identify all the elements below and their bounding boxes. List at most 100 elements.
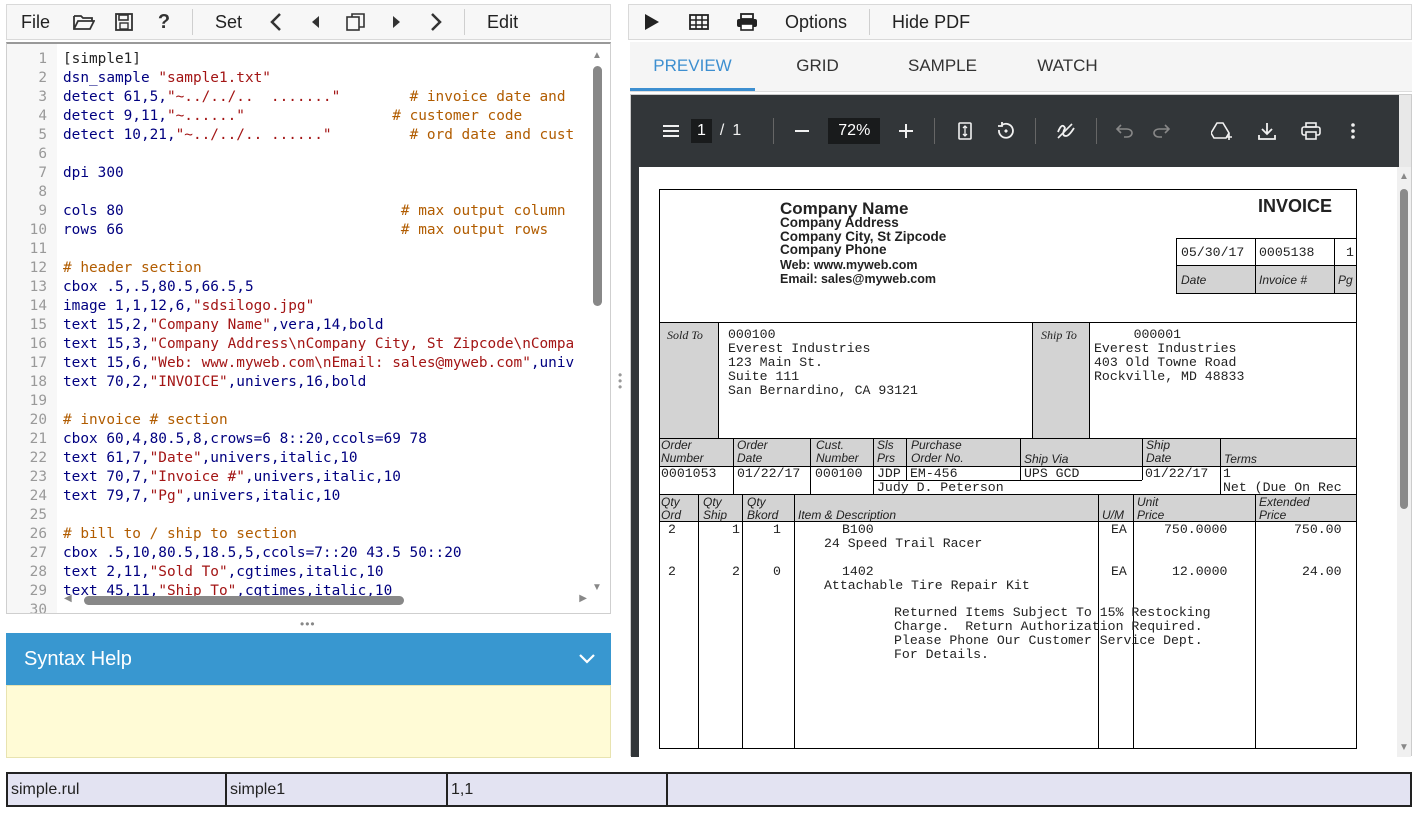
- line-text: text 70,2,"INVOICE",univers,16,bold: [53, 373, 366, 392]
- pdf-scrollbar[interactable]: ▲ ▼: [1397, 167, 1411, 757]
- purchase-order: EM-456: [910, 466, 958, 481]
- ship-via: UPS GCD: [1024, 466, 1080, 481]
- menu-icon[interactable]: [651, 111, 691, 151]
- code-line[interactable]: 24 text 79,7,"Pg",univers,italic,10: [7, 487, 592, 506]
- code-line[interactable]: 2 dsn_sample "sample1.txt": [7, 69, 592, 88]
- page-value: 1: [1346, 245, 1354, 260]
- print-icon[interactable]: [1289, 111, 1333, 151]
- syntax-help-content: [6, 685, 611, 758]
- code-lines[interactable]: 1 [simple1] 2 dsn_sample "sample1.txt" 3 dete…: [7, 50, 592, 613]
- zoom-in-icon[interactable]: [888, 111, 924, 151]
- code-line[interactable]: 15 text 15,2,"Company Name",vera,14,bold: [7, 316, 592, 335]
- chevron-down-icon[interactable]: [579, 647, 595, 670]
- save-icon[interactable]: [104, 4, 144, 40]
- code-line[interactable]: 22 text 61,7,"Date",univers,italic,10: [7, 449, 592, 468]
- code-line[interactable]: 4 detect 9,11,"~......" # customer code: [7, 107, 592, 126]
- code-token: "Pg": [149, 488, 185, 504]
- horizontal-scrollbar[interactable]: ◀ ▶: [62, 593, 587, 607]
- zoom-input[interactable]: 72%: [828, 118, 881, 144]
- page-separator: /: [719, 122, 725, 139]
- page-number-input[interactable]: 1: [691, 119, 712, 143]
- line-number: 22: [29, 450, 47, 466]
- scrollbar-thumb[interactable]: [1400, 189, 1408, 509]
- ship-date-header: Ship Date: [1146, 438, 1172, 465]
- scroll-up-icon[interactable]: ▲: [1399, 171, 1409, 182]
- options-menu[interactable]: Options: [771, 4, 861, 40]
- zoom-out-icon[interactable]: [784, 111, 820, 151]
- rotate-icon[interactable]: [985, 111, 1025, 151]
- print-icon[interactable]: [723, 4, 771, 40]
- code-line[interactable]: 5 detect 10,21,"~../../.. ......" # ord d…: [7, 126, 592, 145]
- scroll-up-icon[interactable]: ▲: [592, 50, 602, 61]
- tab-preview[interactable]: PREVIEW: [630, 42, 755, 91]
- more-options-icon[interactable]: [1333, 111, 1373, 151]
- code-line[interactable]: 7 dpi 300: [7, 164, 592, 183]
- grid-icon[interactable]: [675, 4, 723, 40]
- vertical-scrollbar[interactable]: ▲ ▼: [590, 48, 604, 593]
- hide-pdf-button[interactable]: Hide PDF: [878, 4, 984, 40]
- vertical-splitter-handle[interactable]: • • •: [618, 369, 622, 393]
- edit-menu[interactable]: Edit: [473, 4, 532, 40]
- open-folder-icon[interactable]: [64, 4, 104, 40]
- fit-page-icon[interactable]: [945, 111, 985, 151]
- tab-watch[interactable]: WATCH: [1005, 42, 1130, 91]
- copy-icon[interactable]: [336, 4, 376, 40]
- code-token: "Sold To": [149, 564, 228, 580]
- code-line[interactable]: 9 cols 80 # max output column: [7, 202, 592, 221]
- scroll-right-icon[interactable]: ▶: [579, 593, 587, 604]
- draw-icon[interactable]: [1046, 111, 1086, 151]
- code-line[interactable]: 8: [7, 183, 592, 202]
- tab-sample[interactable]: SAMPLE: [880, 42, 1005, 91]
- line-number: 15: [29, 317, 47, 333]
- code-line[interactable]: 18 text 70,2,"INVOICE",univers,16,bold: [7, 373, 592, 392]
- code-line[interactable]: 1 [simple1]: [7, 50, 592, 69]
- code-line[interactable]: 20 # invoice # section: [7, 411, 592, 430]
- code-line[interactable]: 16 text 15,3,"Company Address\nCompany Ci…: [7, 335, 592, 354]
- scroll-down-icon[interactable]: ▼: [592, 582, 602, 593]
- code-line[interactable]: 23 text 70,7,"Invoice #",univers,italic,1…: [7, 468, 592, 487]
- code-line[interactable]: 3 detect 61,5,"~../../.. ......." # invoi…: [7, 88, 592, 107]
- code-line[interactable]: 12 # header section: [7, 259, 592, 278]
- file-menu[interactable]: File: [7, 4, 64, 40]
- divider: [906, 438, 907, 480]
- scroll-down-icon[interactable]: ▼: [1399, 742, 1409, 753]
- line-number: 20: [29, 412, 47, 428]
- help-icon[interactable]: ?: [144, 4, 184, 40]
- redo-icon[interactable]: [1143, 111, 1179, 151]
- code-line[interactable]: 25: [7, 506, 592, 525]
- play-icon[interactable]: [629, 4, 675, 40]
- code-line[interactable]: 17 text 15,6,"Web: www.myweb.com\nEmail: …: [7, 354, 592, 373]
- ship-date: 01/22/17: [1145, 466, 1209, 481]
- code-line[interactable]: 26 # bill to / ship to section: [7, 525, 592, 544]
- first-icon[interactable]: [256, 4, 296, 40]
- status-bar: simple.rul simple1 1,1: [6, 772, 1412, 807]
- code-line[interactable]: 28 text 2,11,"Sold To",cgtimes,italic,10: [7, 563, 592, 582]
- download-icon[interactable]: [1245, 111, 1289, 151]
- line-number: 6: [38, 146, 47, 162]
- next-icon[interactable]: [376, 4, 416, 40]
- set-menu[interactable]: Set: [201, 4, 256, 40]
- scroll-left-icon[interactable]: ◀: [64, 593, 72, 604]
- code-editor[interactable]: 1 [simple1] 2 dsn_sample "sample1.txt" 3 dete…: [6, 42, 611, 614]
- scrollbar-thumb[interactable]: [593, 66, 602, 306]
- code-line[interactable]: 19: [7, 392, 592, 411]
- code-line[interactable]: 27 cbox .5,10,80.5,18.5,5,ccols=7::20 43.…: [7, 544, 592, 563]
- tab-grid[interactable]: GRID: [755, 42, 880, 91]
- add-to-drive-icon[interactable]: [1199, 111, 1245, 151]
- previous-icon[interactable]: [296, 4, 336, 40]
- code-line[interactable]: 13 cbox .5,.5,80.5,66.5,5: [7, 278, 592, 297]
- scrollbar-thumb[interactable]: [84, 596, 404, 605]
- um-header: U/M: [1102, 508, 1124, 522]
- code-line[interactable]: 11: [7, 240, 592, 259]
- code-token: "~......": [166, 108, 245, 124]
- last-icon[interactable]: [416, 4, 456, 40]
- horizontal-splitter-handle[interactable]: •••: [300, 617, 316, 631]
- code-line[interactable]: 6: [7, 145, 592, 164]
- code-line[interactable]: 14 image 1,1,12,6,"sdsilogo.jpg": [7, 297, 592, 316]
- undo-icon[interactable]: [1107, 111, 1143, 151]
- code-line[interactable]: 10 rows 66 # max output rows: [7, 221, 592, 240]
- code-line[interactable]: 21 cbox 60,4,80.5,8,crows=6 8::20,ccols=6…: [7, 430, 592, 449]
- pdf-page-area[interactable]: Company Name Company Address Company Cit…: [631, 167, 1399, 757]
- invoice-number: 0005138: [1259, 245, 1315, 260]
- syntax-help-header[interactable]: Syntax Help: [6, 633, 611, 685]
